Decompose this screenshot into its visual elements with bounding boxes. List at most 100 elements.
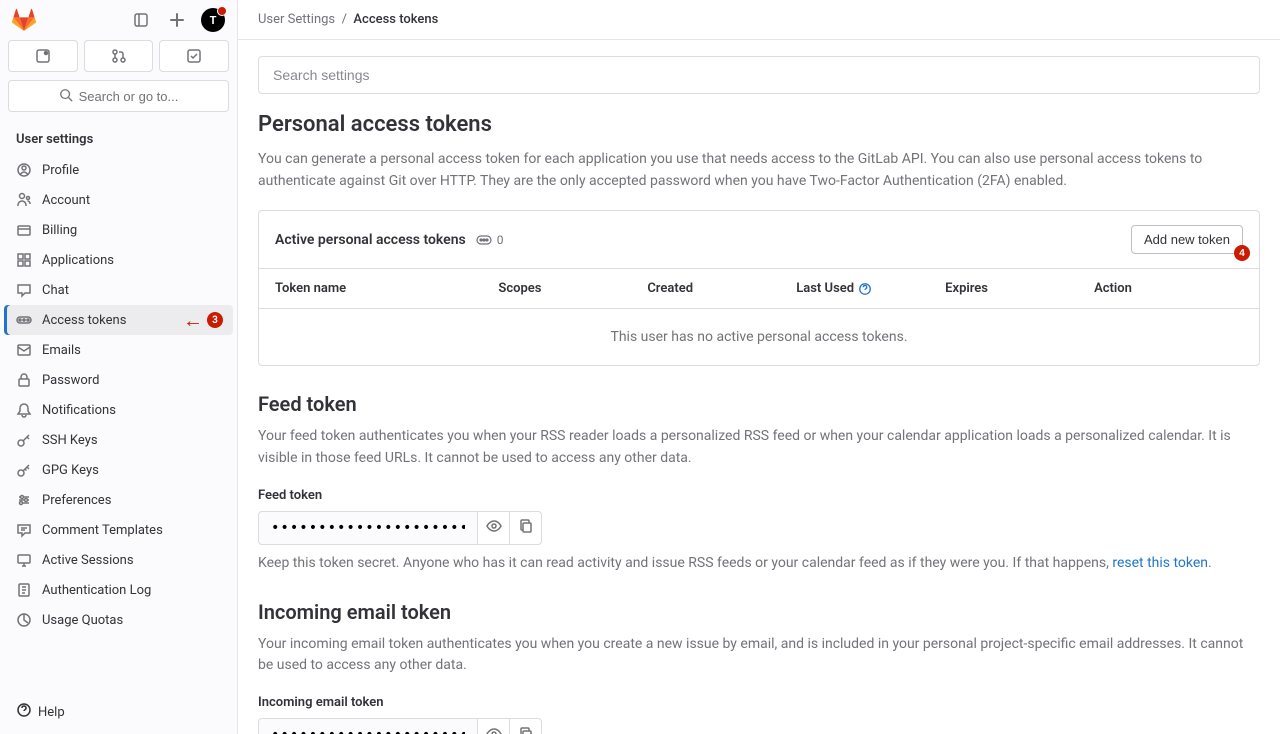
main-content: User Settings / Access tokens Personal a… xyxy=(238,0,1280,734)
nav-item-account[interactable]: Account xyxy=(4,185,233,215)
merge-requests-shortcut[interactable] xyxy=(84,40,154,72)
breadcrumb-separator: / xyxy=(338,12,353,27)
col-action: Action xyxy=(1094,281,1243,296)
nav-item-authentication-log[interactable]: Authentication Log xyxy=(4,575,233,605)
nav-label: Preferences xyxy=(42,493,111,508)
nav-item-comment-templates[interactable]: Comment Templates xyxy=(4,515,233,545)
sidebar-header: T xyxy=(0,0,237,40)
nav-item-password[interactable]: Password xyxy=(4,365,233,395)
user-avatar[interactable]: T xyxy=(201,8,225,32)
eye-icon xyxy=(486,518,502,537)
preferences-icon xyxy=(16,492,32,508)
copy-icon xyxy=(518,518,534,537)
nav-item-profile[interactable]: Profile xyxy=(4,155,233,185)
nav-label: Emails xyxy=(42,343,81,358)
search-icon xyxy=(59,88,73,105)
feed-token-input[interactable] xyxy=(258,511,478,545)
nav-label: SSH Keys xyxy=(42,433,98,448)
todos-shortcut[interactable] xyxy=(159,40,229,72)
col-last-used: Last Used xyxy=(796,281,945,296)
annotation-arrow-icon: ← xyxy=(183,308,203,333)
pat-card: Active personal access tokens 0 Add new … xyxy=(258,210,1260,366)
lock-icon xyxy=(16,372,32,388)
plus-icon[interactable] xyxy=(165,8,189,32)
copy-icon xyxy=(518,726,534,734)
panel-toggle-icon[interactable] xyxy=(129,8,153,32)
bell-icon xyxy=(16,402,32,418)
feed-token-note: Keep this token secret. Anyone who has i… xyxy=(258,553,1260,574)
chat-icon xyxy=(16,282,32,298)
account-icon xyxy=(16,192,32,208)
nav-label: Account xyxy=(42,193,90,208)
pat-heading: Personal access tokens xyxy=(258,112,1260,137)
help-icon xyxy=(16,702,32,722)
nav-label: Authentication Log xyxy=(42,583,151,598)
help-icon[interactable] xyxy=(858,282,872,296)
incoming-description: Your incoming email token authenticates … xyxy=(258,634,1260,677)
nav-item-emails[interactable]: Emails xyxy=(4,335,233,365)
nav-item-chat[interactable]: Chat xyxy=(4,275,233,305)
col-token-name: Token name xyxy=(275,281,498,296)
nav-label: Chat xyxy=(42,283,69,298)
nav-item-billing[interactable]: Billing xyxy=(4,215,233,245)
sidebar: T Search or go to... User settings xyxy=(0,0,238,734)
nav-item-access-tokens[interactable]: Access tokens ← 3 xyxy=(4,305,233,335)
nav-item-notifications[interactable]: Notifications xyxy=(4,395,233,425)
eye-icon xyxy=(486,726,502,734)
copy-token-button[interactable] xyxy=(510,718,542,734)
comment-icon xyxy=(16,522,32,538)
breadcrumb-current: Access tokens xyxy=(353,12,438,27)
nav-item-applications[interactable]: Applications xyxy=(4,245,233,275)
nav-list: Profile Account Billing Applications Cha… xyxy=(0,155,237,689)
col-created: Created xyxy=(647,281,796,296)
nav-item-usage-quotas[interactable]: Usage Quotas xyxy=(4,605,233,635)
log-icon xyxy=(16,582,32,598)
nav-item-active-sessions[interactable]: Active Sessions xyxy=(4,545,233,575)
help-label: Help xyxy=(38,705,65,720)
pat-card-title: Active personal access tokens xyxy=(275,232,466,248)
nav-label: Access tokens xyxy=(42,313,126,328)
profile-icon xyxy=(16,162,32,178)
gitlab-logo-icon[interactable] xyxy=(12,8,36,32)
nav-label: Profile xyxy=(42,163,79,178)
incoming-token-input[interactable] xyxy=(258,718,478,734)
breadcrumb-parent[interactable]: User Settings xyxy=(258,12,335,27)
copy-token-button[interactable] xyxy=(510,511,542,545)
search-label: Search or go to... xyxy=(79,89,179,104)
sessions-icon xyxy=(16,552,32,568)
breadcrumb: User Settings / Access tokens xyxy=(238,0,1280,40)
pat-table-header: Token name Scopes Created Last Used Expi… xyxy=(259,269,1259,309)
nav-item-ssh-keys[interactable]: SSH Keys xyxy=(4,425,233,455)
applications-icon xyxy=(16,252,32,268)
reveal-token-button[interactable] xyxy=(478,718,510,734)
billing-icon xyxy=(16,222,32,238)
feed-heading: Feed token xyxy=(258,392,1260,416)
feed-description: Your feed token authenticates you when y… xyxy=(258,426,1260,469)
nav-item-gpg-keys[interactable]: GPG Keys xyxy=(4,455,233,485)
annotation-badge: 4 xyxy=(1234,245,1250,261)
reveal-token-button[interactable] xyxy=(478,511,510,545)
nav-label: GPG Keys xyxy=(42,463,99,478)
key-icon xyxy=(16,462,32,478)
nav-label: Comment Templates xyxy=(42,523,163,538)
reset-feed-token-link[interactable]: reset this token xyxy=(1112,555,1208,571)
search-settings-input[interactable] xyxy=(258,56,1260,94)
issues-shortcut[interactable] xyxy=(8,40,78,72)
nav-label: Active Sessions xyxy=(42,553,134,568)
pat-empty-state: This user has no active personal access … xyxy=(259,309,1259,365)
nav-label: Usage Quotas xyxy=(42,613,123,628)
nav-item-preferences[interactable]: Preferences xyxy=(4,485,233,515)
incoming-token-label: Incoming email token xyxy=(258,695,1260,710)
col-expires: Expires xyxy=(945,281,1094,296)
incoming-heading: Incoming email token xyxy=(258,600,1260,624)
sidebar-section-title: User settings xyxy=(0,124,237,155)
email-icon xyxy=(16,342,32,358)
add-new-token-button[interactable]: Add new token 4 xyxy=(1131,225,1243,254)
help-button[interactable]: Help xyxy=(16,702,221,722)
search-button[interactable]: Search or go to... xyxy=(8,80,229,112)
pat-count-badge: 0 xyxy=(476,233,504,247)
nav-label: Notifications xyxy=(42,403,116,418)
quota-icon xyxy=(16,612,32,628)
col-scopes: Scopes xyxy=(498,281,647,296)
annotation-badge: 3 xyxy=(207,312,223,328)
